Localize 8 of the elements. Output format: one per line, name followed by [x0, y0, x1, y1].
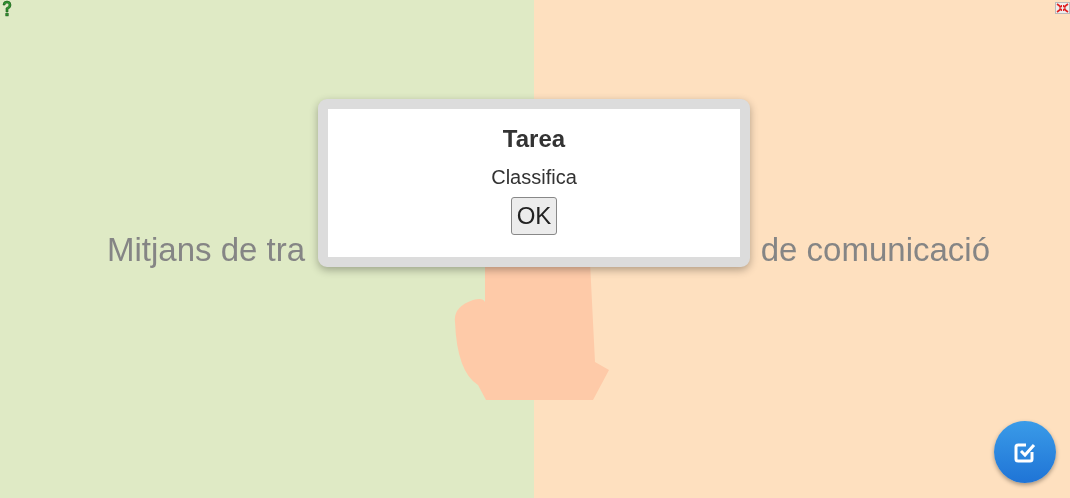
dialog-title: Tarea [502, 125, 566, 153]
activity-title: Mitjans de tra [107, 230, 306, 270]
dialog-message: Classifica [491, 166, 577, 189]
activity-title: de comunicació [760, 230, 990, 270]
ok-button[interactable]: OK [510, 197, 558, 235]
exit-fullscreen-icon[interactable] [1055, 2, 1070, 14]
check-button[interactable] [994, 421, 1056, 483]
help-icon[interactable] [0, 0, 14, 18]
